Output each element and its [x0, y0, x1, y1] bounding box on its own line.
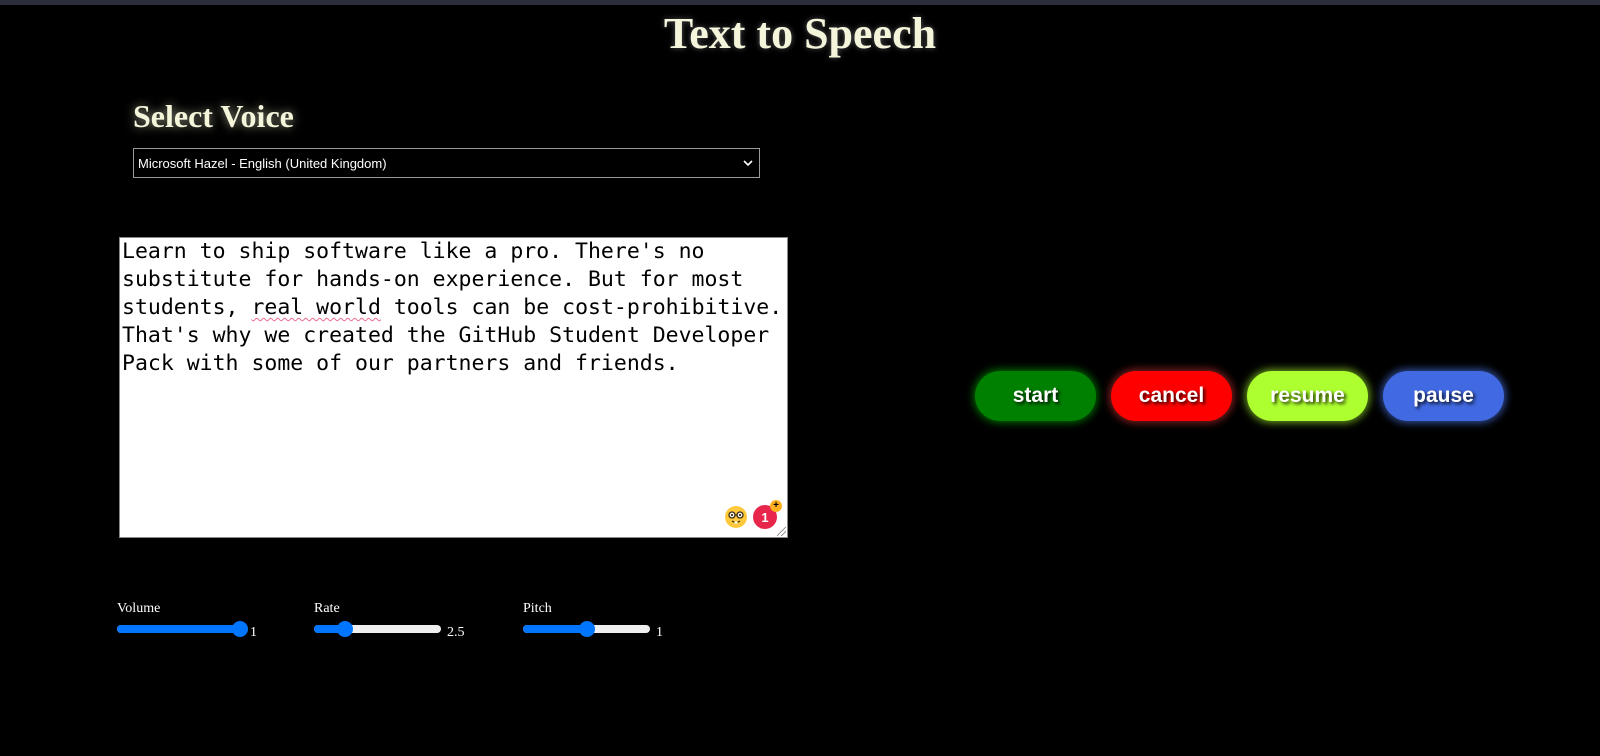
- resume-button[interactable]: resume: [1247, 371, 1368, 421]
- pitch-label: Pitch: [523, 601, 552, 616]
- pitch-slider-thumb[interactable]: [578, 621, 595, 637]
- volume-value: 1: [250, 625, 257, 640]
- rate-control: Rate 2.5: [314, 601, 465, 640]
- resize-handle-icon[interactable]: [777, 527, 786, 536]
- speech-text: Learn to ship software like a pro. There…: [122, 238, 785, 378]
- rate-value: 2.5: [447, 625, 465, 640]
- chevron-down-icon: [741, 159, 755, 167]
- voice-select-value: Microsoft Hazel - English (United Kingdo…: [138, 155, 387, 171]
- textarea-extension-icons: 1 +: [725, 500, 782, 529]
- browser-top-strip: [0, 0, 1600, 5]
- rate-slider[interactable]: [314, 621, 441, 637]
- pause-button[interactable]: pause: [1383, 371, 1504, 421]
- select-voice-heading: Select Voice: [133, 98, 294, 134]
- volume-control: Volume 1: [117, 601, 257, 640]
- volume-slider[interactable]: [117, 621, 248, 637]
- speech-textarea[interactable]: Learn to ship software like a pro. There…: [119, 237, 788, 538]
- nerd-face-icon[interactable]: [725, 506, 747, 528]
- cancel-button[interactable]: cancel: [1111, 371, 1232, 421]
- badge-plus-icon: +: [770, 500, 782, 512]
- pitch-control: Pitch 1: [523, 601, 663, 640]
- badge-count: 1: [761, 509, 769, 525]
- start-button[interactable]: start: [975, 371, 1096, 421]
- notification-badge-icon[interactable]: 1 +: [753, 500, 782, 529]
- voice-select[interactable]: Microsoft Hazel - English (United Kingdo…: [133, 148, 760, 178]
- rate-slider-thumb[interactable]: [336, 621, 353, 637]
- page-title: Text to Speech: [663, 9, 937, 58]
- pitch-slider-fill: [523, 625, 587, 633]
- pitch-slider[interactable]: [523, 621, 650, 637]
- rate-label: Rate: [314, 601, 340, 616]
- volume-slider-fill: [117, 625, 244, 633]
- volume-slider-thumb[interactable]: [232, 621, 248, 637]
- spellcheck-flagged-text: real world: [251, 295, 381, 320]
- pitch-value: 1: [656, 625, 663, 640]
- volume-label: Volume: [117, 601, 161, 616]
